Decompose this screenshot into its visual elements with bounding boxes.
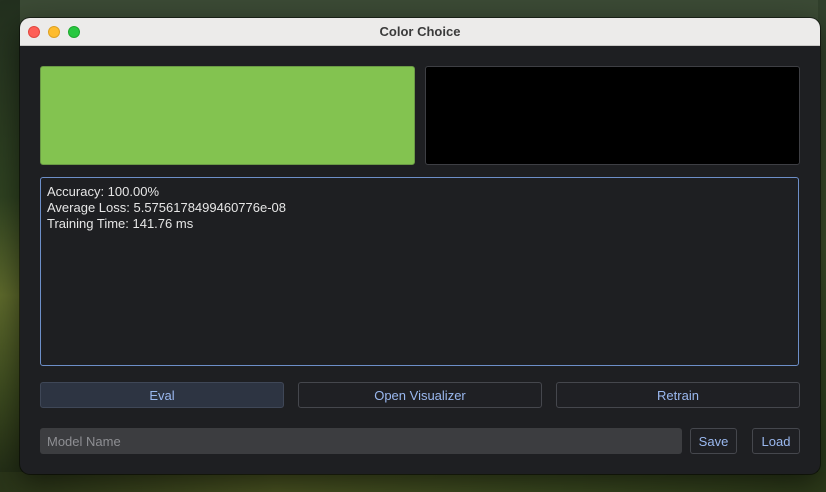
- title-bar[interactable]: Color Choice: [20, 18, 820, 46]
- window-title: Color Choice: [379, 24, 461, 39]
- app-window: Color Choice Accuracy: 100.00% Average L…: [20, 18, 820, 474]
- desktop-wallpaper-left: [0, 0, 20, 492]
- eval-button[interactable]: Eval: [40, 382, 284, 408]
- results-output-area[interactable]: Accuracy: 100.00% Average Loss: 5.575617…: [40, 177, 799, 366]
- accuracy-line: Accuracy: 100.00%: [47, 184, 160, 199]
- average-loss-line: Average Loss: 5.5756178499460776e-08: [47, 200, 287, 215]
- desktop-wallpaper-bottom: [0, 472, 826, 492]
- input-color-swatch: [40, 66, 415, 165]
- model-name-input[interactable]: [40, 428, 682, 454]
- retrain-button[interactable]: Retrain: [556, 382, 800, 408]
- training-time-line: Training Time: 141.76 ms: [47, 216, 194, 231]
- predicted-color-swatch: [425, 66, 800, 165]
- open-visualizer-button[interactable]: Open Visualizer: [298, 382, 542, 408]
- save-button[interactable]: Save: [690, 428, 737, 454]
- load-button[interactable]: Load: [752, 428, 800, 454]
